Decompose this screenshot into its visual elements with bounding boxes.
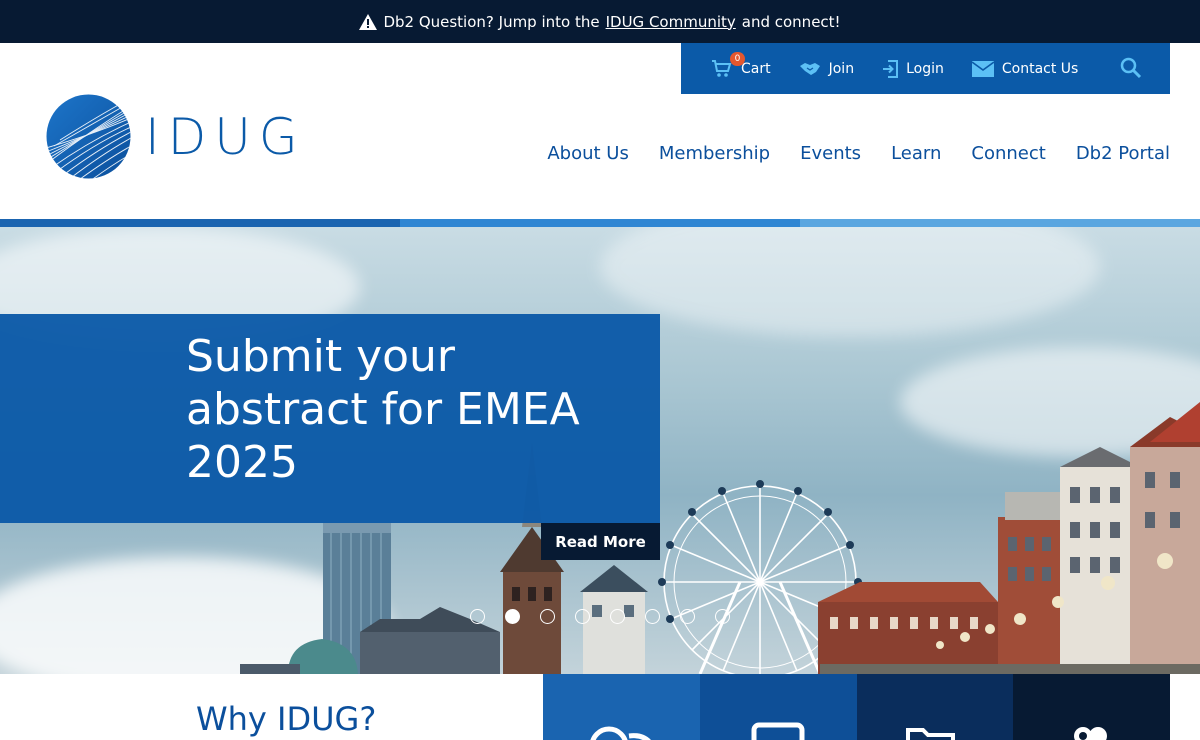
contact-label: Contact Us <box>1001 60 1079 77</box>
feature-tile[interactable] <box>699 674 857 740</box>
carousel-dot[interactable] <box>540 609 555 624</box>
nav-connect[interactable]: Connect <box>971 143 1045 164</box>
users-icon <box>1074 727 1108 740</box>
nav-events[interactable]: Events <box>800 143 861 164</box>
chat-icon <box>590 726 651 740</box>
nav-db2-portal[interactable]: Db2 Portal <box>1076 143 1170 164</box>
handshake-icon <box>799 62 820 75</box>
stripe-segment <box>800 219 1200 227</box>
cart-label: Cart <box>741 60 771 77</box>
folder-icon <box>905 728 955 740</box>
carousel-dot-active[interactable] <box>505 609 520 624</box>
contact-us-link[interactable]: Contact Us <box>971 60 1079 77</box>
header-stripe <box>0 219 1200 227</box>
utility-bar: 0 Cart Join Login Contact Us <box>681 43 1170 94</box>
announcement-suffix: and connect! <box>741 12 841 31</box>
join-link[interactable]: Join <box>799 61 854 77</box>
stripe-segment <box>0 219 400 227</box>
nav-membership[interactable]: Membership <box>659 143 770 164</box>
hero-carousel: Submit your abstract for EMEA 2025 Read … <box>0 227 1200 674</box>
idug-community-link[interactable]: IDUG Community <box>606 13 736 31</box>
cart-link[interactable]: 0 Cart <box>711 51 771 78</box>
feature-tiles <box>543 674 1170 740</box>
monitor-icon <box>751 722 805 740</box>
announcement-text: Db2 Question? Jump into the <box>383 12 600 31</box>
why-idug-heading: Why IDUG? <box>196 700 377 738</box>
nav-learn[interactable]: Learn <box>891 143 941 164</box>
envelope-icon <box>971 60 994 77</box>
feature-tile[interactable] <box>856 674 1014 740</box>
login-label: Login <box>906 60 944 77</box>
search-icon[interactable] <box>1120 57 1142 79</box>
warning-icon <box>359 13 378 30</box>
stripe-segment <box>400 219 800 227</box>
carousel-pagination <box>470 609 730 624</box>
hero-title: Submit your abstract for EMEA 2025 <box>186 331 580 488</box>
cart-icon <box>712 59 732 77</box>
carousel-dot[interactable] <box>610 609 625 624</box>
join-label: Join <box>828 60 855 77</box>
feature-tile[interactable] <box>543 674 700 740</box>
logo-wordmark: IDUG <box>145 107 306 166</box>
main-nav: About Us Membership Events Learn Connect… <box>547 143 1170 164</box>
login-icon <box>883 59 899 78</box>
carousel-dot[interactable] <box>645 609 660 624</box>
carousel-dot[interactable] <box>715 609 730 624</box>
nav-about-us[interactable]: About Us <box>547 143 629 164</box>
read-more-button[interactable]: Read More <box>541 523 660 560</box>
idug-logo[interactable]: IDUG <box>46 94 306 179</box>
cart-count-badge: 0 <box>730 51 745 66</box>
announcement-bar: Db2 Question? Jump into the IDUG Communi… <box>0 0 1200 43</box>
login-link[interactable]: Login <box>882 59 944 78</box>
globe-logo-icon <box>46 94 131 179</box>
carousel-dot[interactable] <box>680 609 695 624</box>
feature-tile[interactable] <box>1013 674 1170 740</box>
carousel-dot[interactable] <box>470 609 485 624</box>
carousel-dot[interactable] <box>575 609 590 624</box>
